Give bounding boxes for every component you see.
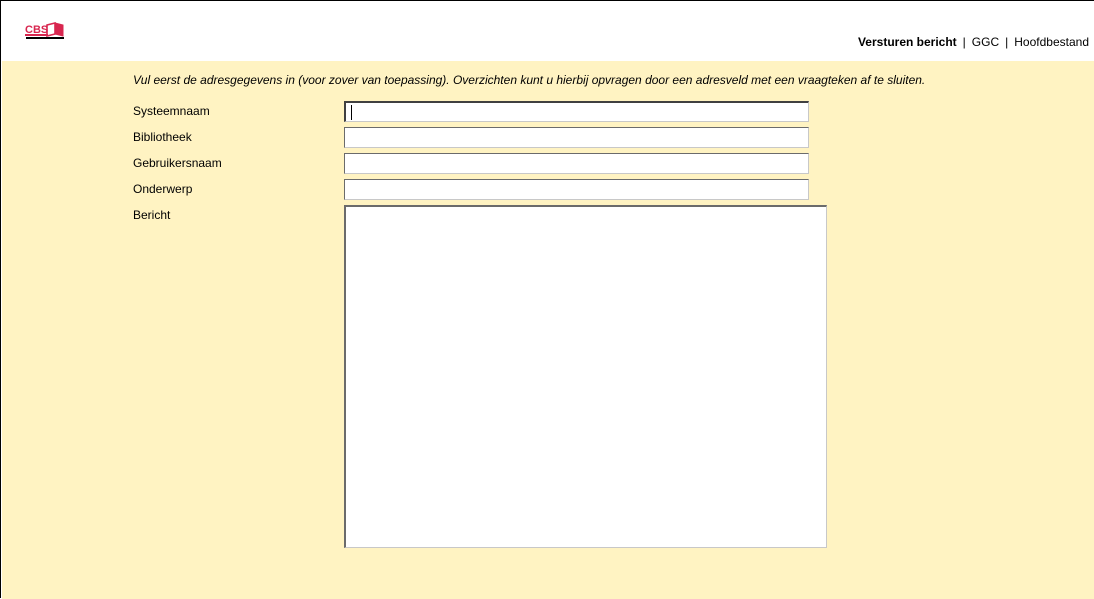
label-systeemnaam: Systeemnaam: [133, 104, 210, 118]
form-area: Vul eerst de adresgegevens in (voor zove…: [2, 61, 1094, 599]
onderwerp-input[interactable]: [344, 179, 809, 200]
top-nav: Versturen bericht | GGC | Hoofdbestand: [858, 35, 1089, 49]
text-caret: [351, 105, 352, 120]
header-bar: CBS Versturen bericht | GGC | Hoofdbestand: [2, 2, 1094, 61]
label-gebruikersnaam: Gebruikersnaam: [133, 156, 222, 170]
systeemnaam-input[interactable]: [344, 101, 809, 122]
label-bericht: Bericht: [133, 208, 171, 222]
nav-hoofdbestand[interactable]: Hoofdbestand: [1014, 35, 1089, 49]
nav-separator: |: [962, 35, 966, 49]
gebruikersnaam-input[interactable]: [344, 153, 809, 174]
cbs-logo: CBS: [25, 21, 64, 39]
label-onderwerp: Onderwerp: [133, 182, 193, 196]
nav-separator: |: [1005, 35, 1009, 49]
bibliotheek-input[interactable]: [344, 127, 809, 148]
nav-ggc[interactable]: GGC: [972, 35, 999, 49]
nav-versturen-bericht[interactable]: Versturen bericht: [858, 35, 957, 49]
label-bibliotheek: Bibliotheek: [133, 130, 192, 144]
app-window: CBS Versturen bericht | GGC | Hoofdbestand V…: [0, 0, 1094, 599]
intro-text: Vul eerst de adresgegevens in (voor zove…: [133, 73, 926, 87]
bericht-textarea[interactable]: [344, 205, 827, 548]
